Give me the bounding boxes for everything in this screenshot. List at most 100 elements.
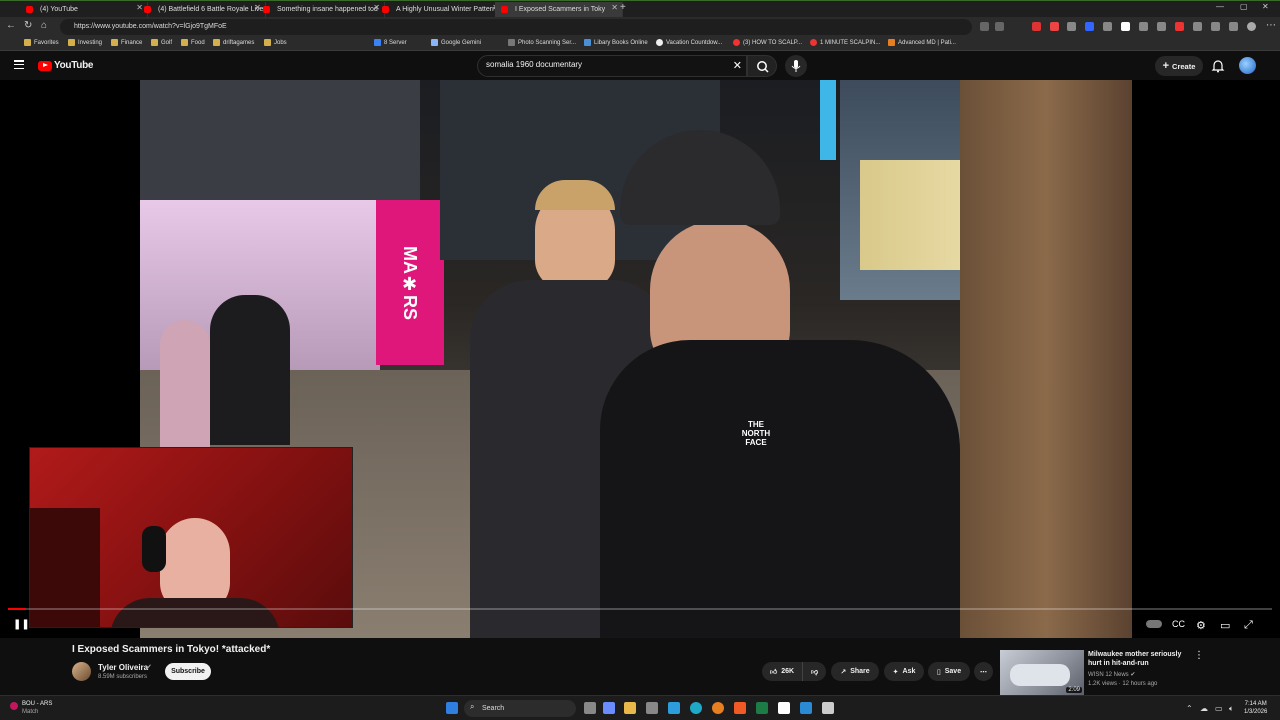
- browser-tab-bar: (4) YouTube ✕ (4) Battlefield 6 Battle R…: [0, 0, 1280, 17]
- app-icon[interactable]: [646, 702, 658, 714]
- ask-button[interactable]: ✦ Ask: [884, 662, 924, 681]
- recommended-channel[interactable]: WISN 12 News ✔: [1088, 671, 1135, 678]
- extension-icon[interactable]: [1032, 22, 1041, 31]
- excel-icon[interactable]: [756, 702, 768, 714]
- bookmark-item[interactable]: driftagames: [213, 39, 254, 46]
- new-tab-icon[interactable]: +: [620, 2, 626, 13]
- taskbar-search[interactable]: ⌕ Search: [464, 700, 576, 717]
- bookmark-item[interactable]: Favorites: [24, 39, 59, 46]
- maximize-icon[interactable]: ▢: [1240, 2, 1248, 11]
- youtube-favicon-icon: [382, 6, 389, 13]
- bookmark-item[interactable]: 8 Server: [374, 39, 407, 46]
- refresh-icon[interactable]: ↻: [24, 20, 32, 31]
- app-icon[interactable]: [822, 702, 834, 714]
- extension-icon[interactable]: [1157, 22, 1166, 31]
- bookmark-item[interactable]: Jobs: [264, 39, 287, 46]
- browser-tab[interactable]: Something insane happened tod ✕: [257, 2, 385, 17]
- extension-icon[interactable]: [1193, 22, 1202, 31]
- extension-icon[interactable]: [995, 22, 1004, 31]
- app-icon[interactable]: [800, 702, 812, 714]
- system-clock[interactable]: 7:14 AM 1/3/2026: [1244, 700, 1267, 716]
- account-avatar[interactable]: [1239, 57, 1256, 74]
- task-view-icon[interactable]: [584, 702, 596, 714]
- extension-icon[interactable]: [1085, 22, 1094, 31]
- miniplayer-icon[interactable]: ▭: [1220, 619, 1230, 632]
- bookmark-item[interactable]: 1 MINUTE SCALPIN...: [810, 39, 880, 46]
- bookmark-item[interactable]: Advanced MD | Pati...: [888, 39, 956, 46]
- volume-icon[interactable]: 🔈︎: [1229, 704, 1234, 714]
- bookmark-item[interactable]: Investing: [68, 39, 102, 46]
- extension-icon[interactable]: [1050, 22, 1059, 31]
- video-info: I Exposed Scammers in Tokyo! *attacked* …: [0, 638, 1280, 695]
- extension-icon[interactable]: [1121, 22, 1130, 31]
- recommended-title[interactable]: Milwaukee mother seriously hurt in hit-a…: [1088, 650, 1188, 668]
- app-icon[interactable]: [603, 702, 615, 714]
- channel-name[interactable]: Tyler Oliveira: [98, 663, 148, 672]
- favorites-star-icon[interactable]: [1229, 22, 1238, 31]
- captions-icon[interactable]: CC: [1172, 619, 1185, 629]
- clear-search-icon[interactable]: ✕: [733, 59, 742, 72]
- recommended-thumbnail[interactable]: 2:09: [1000, 650, 1084, 695]
- browser-tab[interactable]: (4) YouTube ✕: [20, 2, 148, 17]
- bookmark-item[interactable]: Food: [181, 39, 205, 46]
- tray-overflow-icon[interactable]: ⌃: [1186, 704, 1193, 713]
- edge-browser-icon[interactable]: [690, 702, 702, 714]
- channel-avatar[interactable]: [72, 662, 91, 681]
- bookmark-item[interactable]: Photo Scanning Ser...: [508, 39, 576, 46]
- minimize-icon[interactable]: —: [1216, 2, 1224, 11]
- url-field[interactable]: https://www.youtube.com/watch?v=lGjo9TgM…: [60, 19, 972, 35]
- settings-gear-icon[interactable]: ⚙: [1196, 619, 1206, 632]
- bookmark-item[interactable]: Finance: [111, 39, 142, 46]
- autoplay-toggle[interactable]: [1146, 620, 1162, 628]
- bookmark-item[interactable]: Libary Books Online: [584, 39, 648, 46]
- extension-icon[interactable]: [1067, 22, 1076, 31]
- recommended-meta: 1.2K views · 12 hours ago: [1088, 681, 1158, 687]
- extension-icon[interactable]: [980, 22, 989, 31]
- video-player[interactable]: MA✱RS THE NORTH FACE ❚❚ CC ⚙ ▭ ⤢: [0, 80, 1280, 638]
- browser-tab[interactable]: (4) Battlefield 6 Battle Royale Live ✕: [138, 2, 266, 17]
- brave-icon[interactable]: [734, 702, 746, 714]
- back-icon[interactable]: ←: [6, 20, 16, 31]
- voice-search-button[interactable]: [785, 55, 807, 77]
- create-button[interactable]: + Create: [1155, 56, 1203, 76]
- notifications-bell-icon[interactable]: [1211, 59, 1225, 73]
- fullscreen-icon[interactable]: ⤢: [1244, 619, 1253, 632]
- app-icon[interactable]: [668, 702, 680, 714]
- firefox-icon[interactable]: [712, 702, 724, 714]
- app-icon[interactable]: [778, 702, 790, 714]
- more-vertical-icon[interactable]: ⋮: [1194, 650, 1204, 661]
- progress-bar[interactable]: [8, 608, 1272, 610]
- bookmark-item[interactable]: Vacation Countdow...: [656, 39, 722, 46]
- search-button[interactable]: [747, 55, 777, 77]
- save-button[interactable]: ▯ Save: [928, 662, 970, 681]
- like-button[interactable]: 👍︎ 26K: [762, 662, 802, 681]
- youtube-logo[interactable]: YouTube: [38, 60, 94, 71]
- dislike-button[interactable]: 👎︎: [802, 662, 826, 681]
- hamburger-menu-icon[interactable]: [14, 60, 24, 70]
- profile-avatar-icon[interactable]: [1247, 22, 1256, 31]
- widgets-news[interactable]: BOU - ARS Match: [10, 700, 52, 716]
- bookmark-item[interactable]: Google Gemini: [431, 39, 481, 46]
- youtube-favicon-icon: [26, 6, 33, 13]
- share-button[interactable]: ↗ Share: [831, 662, 879, 681]
- extension-icon[interactable]: [1175, 22, 1184, 31]
- more-actions-button[interactable]: ⋯: [974, 662, 993, 681]
- close-tab-icon[interactable]: ✕: [611, 3, 618, 12]
- more-menu-icon[interactable]: ⋯: [1266, 20, 1276, 31]
- file-explorer-icon[interactable]: [624, 702, 636, 714]
- browser-tab-active[interactable]: I Exposed Scammers in Toky ✕: [495, 2, 623, 17]
- close-window-icon[interactable]: ✕: [1262, 2, 1269, 11]
- pause-icon[interactable]: ❚❚: [13, 619, 30, 630]
- extension-icon[interactable]: [1139, 22, 1148, 31]
- browser-tab[interactable]: A Highly Unusual Winter Pattern ✕: [376, 2, 504, 17]
- subscribe-button[interactable]: Subscribe: [165, 663, 211, 680]
- bookmark-item[interactable]: (3) HOW TO SCALP...: [733, 39, 802, 46]
- windows-start-icon[interactable]: [446, 702, 458, 714]
- bookmark-item[interactable]: Golf: [151, 39, 172, 46]
- onedrive-icon[interactable]: ☁: [1200, 704, 1208, 713]
- extension-icon[interactable]: [1211, 22, 1220, 31]
- extension-icon[interactable]: [1103, 22, 1112, 31]
- network-icon[interactable]: ▭: [1215, 704, 1223, 713]
- home-icon[interactable]: ⌂: [41, 20, 47, 31]
- search-input[interactable]: [486, 60, 726, 69]
